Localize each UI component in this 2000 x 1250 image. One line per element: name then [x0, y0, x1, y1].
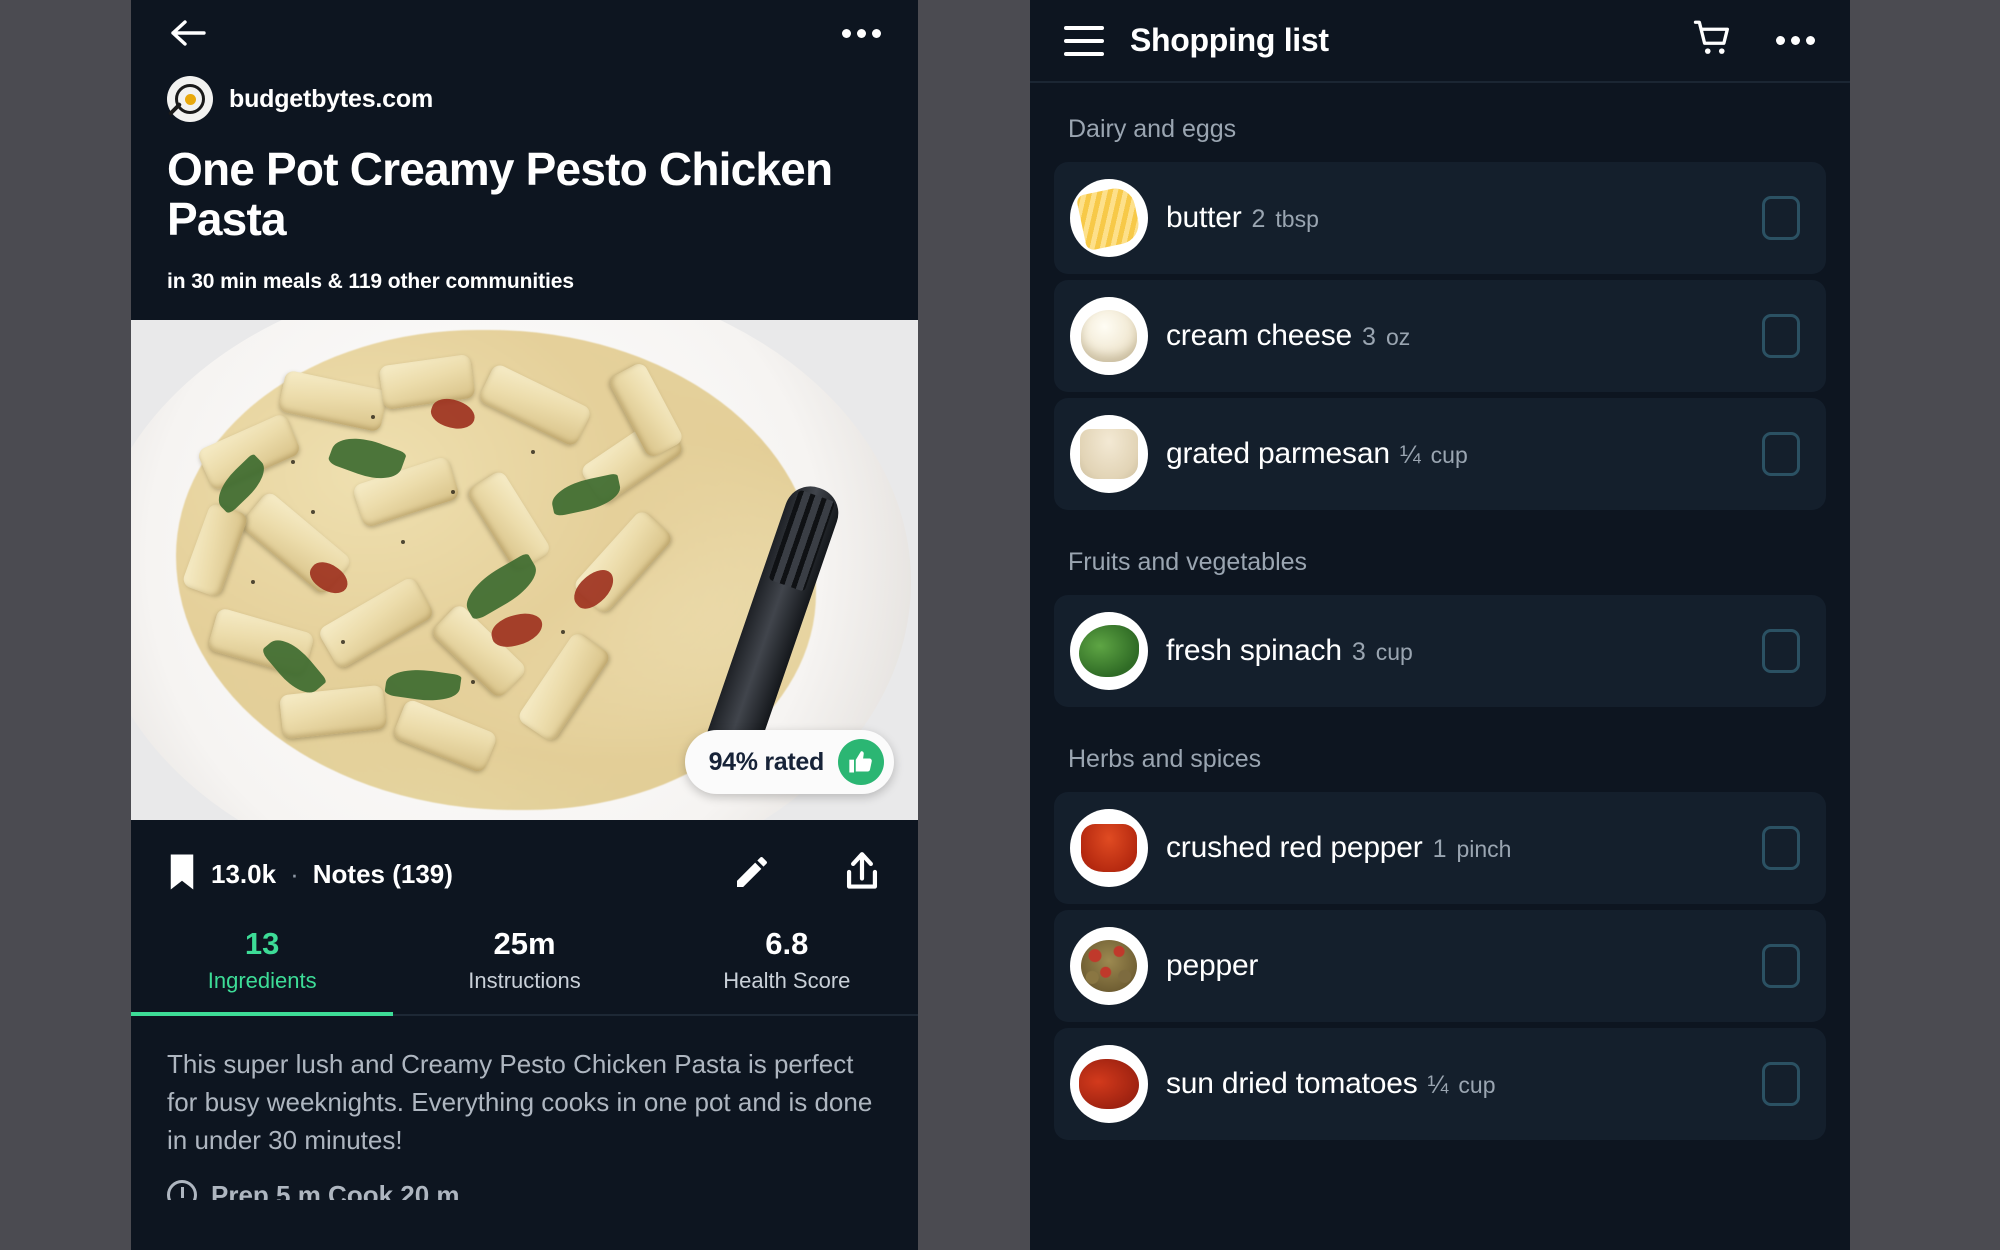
item-qty: 2 — [1251, 205, 1266, 233]
item-unit: cup — [1430, 442, 1468, 468]
red-pepper-thumb — [1070, 809, 1148, 887]
tab-ingredients-label: Ingredients — [207, 968, 317, 994]
recipe-tabs: 13 Ingredients 25m Instructions 6.8 Heal… — [131, 914, 918, 1017]
item-name: grated parmesan — [1166, 437, 1390, 470]
shopping-cart-icon[interactable] — [1692, 17, 1734, 64]
recipe-top-bar — [131, 0, 918, 66]
tab-instructions[interactable]: 25m Instructions — [393, 914, 655, 1014]
section-header-herbs-and-spices: Herbs and spices — [1068, 745, 1262, 773]
item-name: sun dried tomatoes — [1166, 1067, 1418, 1100]
budgetbytes-logo-icon — [167, 76, 213, 122]
page-title: One Pot Creamy Pesto Chicken Pasta — [167, 143, 833, 246]
thumbs-up-icon — [838, 739, 884, 786]
item-unit: cup — [1458, 1072, 1496, 1098]
more-options-icon[interactable] — [840, 18, 882, 48]
item-qty: 1 — [1432, 835, 1447, 863]
list-item[interactable]: butter 2 tbsp — [1054, 162, 1826, 274]
tab-instructions-label: Instructions — [468, 968, 581, 994]
item-name: pepper — [1166, 949, 1259, 982]
recipe-detail-panel: budgetbytes.com One Pot Creamy Pesto Chi… — [131, 0, 918, 1250]
butter-thumb — [1070, 179, 1148, 257]
communities-line: in 30 min meals & 119 other communities — [167, 270, 574, 294]
rating-text: 94% rated — [708, 747, 825, 776]
item-qty: ¼ — [1399, 441, 1421, 469]
tab-health-score-value: 6.8 — [765, 926, 809, 962]
peppercorn-thumb — [1070, 927, 1148, 1005]
list-item[interactable]: sun dried tomatoes ¼ cup — [1054, 1028, 1826, 1140]
hamburger-icon[interactable] — [1064, 25, 1104, 56]
tab-instructions-value: 25m — [493, 926, 556, 962]
tab-health-score-label: Health Score — [723, 968, 851, 994]
item-unit: tbsp — [1275, 206, 1319, 232]
recipe-description: This super lush and Creamy Pesto Chicken… — [167, 1049, 873, 1156]
bookmark-icon[interactable] — [167, 853, 197, 896]
list-item[interactable]: fresh spinach 3 cup — [1054, 595, 1826, 707]
item-qty: 3 — [1351, 638, 1366, 666]
notes-link[interactable]: Notes (139) — [313, 859, 453, 890]
list-item[interactable]: grated parmesan ¼ cup — [1054, 398, 1826, 510]
recipe-time-row: Prep 5 m Cook 20 m — [131, 1160, 918, 1201]
item-checkbox[interactable] — [1762, 826, 1800, 870]
meta-separator: · — [290, 858, 299, 889]
item-name: crushed red pepper — [1166, 831, 1423, 864]
spinach-thumb — [1070, 612, 1148, 690]
section-header-dairy-and-eggs: Dairy and eggs — [1068, 115, 1237, 143]
screen-root: budgetbytes.com One Pot Creamy Pesto Chi… — [0, 0, 2000, 1250]
recipe-source[interactable]: budgetbytes.com — [131, 66, 918, 122]
item-checkbox[interactable] — [1762, 944, 1800, 988]
item-unit: oz — [1385, 324, 1411, 350]
source-name: budgetbytes.com — [229, 84, 433, 113]
cream-cheese-thumb — [1070, 297, 1148, 375]
recipe-time-text: Prep 5 m Cook 20 m — [211, 1179, 460, 1201]
section-header-fruits-and-vegetables: Fruits and vegetables — [1068, 548, 1308, 576]
list-item[interactable]: crushed red pepper 1 pinch — [1054, 792, 1826, 904]
item-checkbox[interactable] — [1762, 314, 1800, 358]
item-qty: 3 — [1362, 323, 1376, 351]
item-checkbox[interactable] — [1762, 629, 1800, 673]
back-arrow-icon[interactable] — [167, 12, 209, 54]
item-unit: cup — [1375, 639, 1413, 665]
parmesan-thumb — [1070, 415, 1148, 493]
item-checkbox[interactable] — [1762, 1062, 1800, 1106]
rating-badge: 94% rated — [684, 730, 894, 795]
item-qty: ¼ — [1427, 1071, 1449, 1099]
more-options-icon[interactable] — [1774, 26, 1816, 56]
recipe-meta-row: 13.0k · Notes (139) — [131, 820, 918, 906]
item-name: butter — [1166, 201, 1242, 234]
list-item[interactable]: cream cheese 3 oz — [1054, 280, 1826, 392]
tab-ingredients[interactable]: 13 Ingredients — [131, 914, 394, 1017]
item-unit: pinch — [1456, 836, 1512, 862]
clock-icon — [167, 1180, 197, 1201]
shopping-list-panel: Shopping list Dairy and eggs butter 2 tb… — [1030, 0, 1850, 1250]
shopping-list-title: Shopping list — [1130, 22, 1329, 58]
edit-pencil-icon[interactable] — [732, 852, 772, 897]
item-checkbox[interactable] — [1762, 432, 1800, 476]
list-item[interactable]: pepper — [1054, 910, 1826, 1022]
shopping-top-bar: Shopping list — [1030, 0, 1850, 83]
tab-health-score[interactable]: 6.8 Health Score — [656, 914, 918, 1014]
tab-ingredients-value: 13 — [244, 926, 280, 962]
share-icon[interactable] — [842, 851, 882, 898]
item-name: fresh spinach — [1166, 634, 1342, 667]
save-count: 13.0k — [211, 858, 277, 889]
recipe-hero-image: 94% rated — [131, 320, 918, 821]
sun-dried-tomato-thumb — [1070, 1045, 1148, 1123]
item-name: cream cheese — [1166, 319, 1353, 352]
item-checkbox[interactable] — [1762, 196, 1800, 240]
